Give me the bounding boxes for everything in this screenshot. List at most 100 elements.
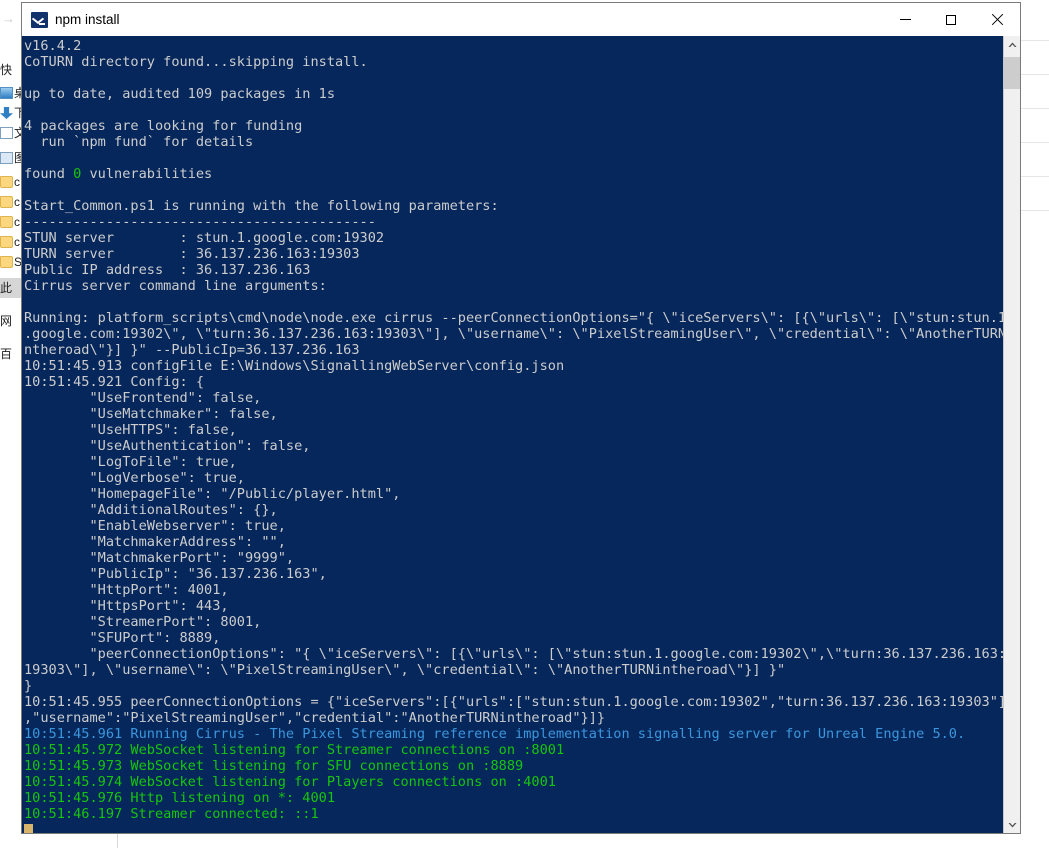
terminal-line: 4 packages are looking for funding <box>24 118 1003 134</box>
terminal-line: found 0 vulnerabilities <box>24 166 1003 182</box>
terminal-span: 10:51:45.955 peerConnectionOptions = {"i… <box>24 694 1003 710</box>
terminal-span: Running: platform_scripts\cmd\node\node.… <box>24 310 1003 326</box>
terminal-line: } <box>24 678 1003 694</box>
explorer-nav-item[interactable]: c <box>0 172 22 192</box>
terminal-line: "HttpPort": 4001, <box>24 582 1003 598</box>
terminal-span: run `npm fund` for details <box>24 134 254 150</box>
desktop-background: → 快桌下文图ccccS此网百 npm install v16.4.2 CoTU… <box>0 0 1049 848</box>
terminal-span: 4 packages are looking for funding <box>24 118 303 134</box>
terminal-span: "UseAuthentication": false, <box>24 438 311 454</box>
explorer-nav-item-label: c <box>14 195 20 209</box>
terminal-line: "PublicIp": "36.137.236.163", <box>24 566 1003 582</box>
terminal-span: .google.com:19302\", \"turn:36.137.236.1… <box>24 326 1003 342</box>
terminal-line: Start_Common.ps1 is running with the fol… <box>24 198 1003 214</box>
terminal-span: vulnerabilities <box>81 166 213 182</box>
terminal-span: "UseFrontend": false, <box>24 390 262 406</box>
terminal-span <box>24 182 32 198</box>
terminal-span: found <box>24 166 74 182</box>
explorer-nav-item[interactable]: c <box>0 192 22 212</box>
terminal-line <box>24 102 1003 118</box>
terminal-span: } <box>24 678 33 694</box>
terminal-span: 10:51:45.976 Http listening on *: 4001 <box>24 790 335 806</box>
explorer-nav-item[interactable]: 网 <box>0 311 22 331</box>
terminal-span <box>24 294 32 310</box>
explorer-nav-item[interactable]: c <box>0 212 22 232</box>
terminal-output: v16.4.2 CoTURN directory found...skipping… <box>22 38 1003 833</box>
terminal-line: STUN server : stun.1.google.com:19302 <box>24 230 1003 246</box>
window-titlebar[interactable]: npm install <box>22 3 1020 36</box>
terminal-span: CoTURN directory found...skipping instal… <box>24 54 368 70</box>
vertical-scrollbar[interactable] <box>1003 36 1020 833</box>
maximize-icon <box>946 14 956 25</box>
close-button[interactable] <box>974 3 1020 36</box>
explorer-nav-item[interactable]: 图 <box>0 148 22 168</box>
scroll-down-arrow-icon[interactable] <box>1004 816 1020 833</box>
console-window[interactable]: npm install v16.4.2 CoTURN directory foun… <box>21 2 1021 834</box>
documents-icon <box>0 127 13 139</box>
explorer-nav-item[interactable]: 文 <box>0 123 22 143</box>
terminal-line: "peerConnectionOptions": "{ \"iceServers… <box>24 646 1003 662</box>
terminal-line: 10:51:45.913 configFile E:\Windows\Signa… <box>24 358 1003 374</box>
terminal-span: 10:51:45.961 Running Cirrus - The Pixel … <box>24 726 966 742</box>
download-icon <box>0 107 13 119</box>
scroll-up-arrow-icon[interactable] <box>1004 36 1020 53</box>
folder-icon <box>0 256 13 268</box>
terminal-line: Public IP address : 36.137.236.163 <box>24 262 1003 278</box>
terminal-line: 10:51:45.961 Running Cirrus - The Pixel … <box>24 726 1003 742</box>
terminal-line: ,"username":"PixelStreamingUser","creden… <box>24 710 1003 726</box>
close-icon <box>991 14 1003 26</box>
terminal-line: "UseMatchmaker": false, <box>24 406 1003 422</box>
explorer-nav-item[interactable]: 桌 <box>0 83 22 103</box>
titlebar-left: npm install <box>22 11 882 28</box>
forward-arrow-icon[interactable]: → <box>2 12 15 25</box>
terminal-line: v16.4.2 <box>24 38 1003 54</box>
terminal-line: "MatchmakerAddress": "", <box>24 534 1003 550</box>
terminal-span: "UseHTTPS": false, <box>24 422 237 438</box>
explorer-nav-item[interactable]: 此 <box>0 278 22 298</box>
explorer-nav-item[interactable]: c <box>0 232 22 252</box>
terminal-span: "EnableWebserver": true, <box>24 518 286 534</box>
explorer-nav-item-label: 百 <box>0 347 13 361</box>
terminal-span: ntheroad\"}] }" --PublicIp=36.137.236.16… <box>24 342 360 358</box>
terminal-span: "LogVerbose": true, <box>24 470 245 486</box>
scrollbar-track[interactable] <box>1004 53 1020 816</box>
terminal-span: ,"username":"PixelStreamingUser","creden… <box>24 710 606 726</box>
explorer-navigation-pane[interactable]: → 快桌下文图ccccS此网百 <box>0 0 22 848</box>
window-controls[interactable] <box>882 3 1020 36</box>
terminal-line: "HomepageFile": "/Public/player.html", <box>24 486 1003 502</box>
terminal-span: "peerConnectionOptions": "{ \"iceServers… <box>24 646 1003 662</box>
maximize-button[interactable] <box>928 3 974 36</box>
terminal-line: 19303\"], \"username\": \"PixelStreaming… <box>24 662 1003 678</box>
explorer-nav-item[interactable]: 快 <box>0 60 22 80</box>
folder-icon <box>0 176 13 188</box>
explorer-nav-item[interactable]: S <box>0 252 22 272</box>
terminal-line: "UseFrontend": false, <box>24 390 1003 406</box>
minimize-button[interactable] <box>882 3 928 36</box>
terminal-span: up to date, audited 109 packages in 1s <box>24 86 335 102</box>
terminal-span: 10:51:45.921 Config: { <box>24 374 205 390</box>
terminal-line: ntheroad\"}] }" --PublicIp=36.137.236.16… <box>24 342 1003 358</box>
terminal-line <box>24 294 1003 310</box>
desktop-icon <box>0 87 13 99</box>
terminal-line: "LogToFile": true, <box>24 454 1003 470</box>
terminal-span: "LogToFile": true, <box>24 454 237 470</box>
folder-icon <box>0 236 13 248</box>
scrollbar-thumb[interactable] <box>1004 57 1020 89</box>
terminal-line: "StreamerPort": 8001, <box>24 614 1003 630</box>
terminal-line: "UseAuthentication": false, <box>24 438 1003 454</box>
explorer-nav-item[interactable]: 百 <box>0 344 22 364</box>
folder-icon <box>0 216 13 228</box>
terminal-line: TURN server : 36.137.236.163:19303 <box>24 246 1003 262</box>
explorer-nav-item-label: 网 <box>0 314 13 328</box>
terminal-screen[interactable]: v16.4.2 CoTURN directory found...skipping… <box>22 36 1003 833</box>
explorer-nav-item[interactable]: 下 <box>0 103 22 123</box>
terminal-span: Start_Common.ps1 is running with the fol… <box>24 198 499 214</box>
terminal-line: 10:51:45.955 peerConnectionOptions = {"i… <box>24 694 1003 710</box>
terminal-line: "UseHTTPS": false, <box>24 422 1003 438</box>
terminal-line: up to date, audited 109 packages in 1s <box>24 86 1003 102</box>
explorer-nav-item-label: c <box>14 175 20 189</box>
terminal-span: ----------------------------------------… <box>24 214 376 230</box>
terminal-line: 10:51:46.197 Streamer connected: ::1 <box>24 806 1003 822</box>
terminal-line: "EnableWebserver": true, <box>24 518 1003 534</box>
terminal-span: Cirrus server command line arguments: <box>24 278 327 294</box>
